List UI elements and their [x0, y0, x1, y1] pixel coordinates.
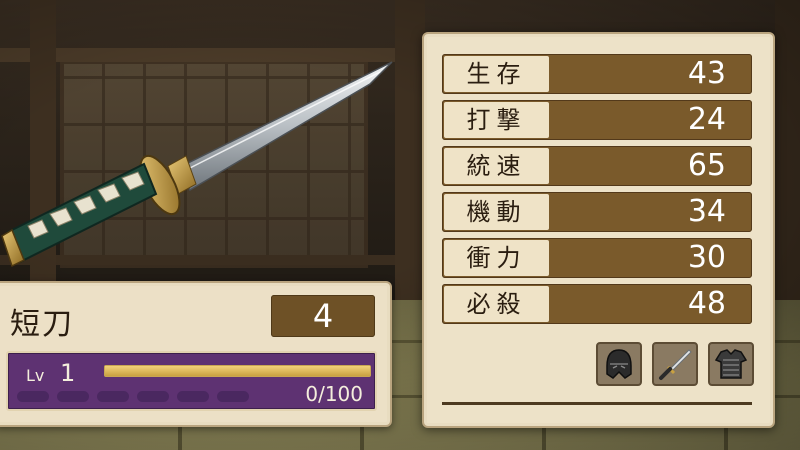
tanto-weapon-art — [1, 61, 393, 268]
stat-value: 24 — [687, 102, 726, 137]
helmet-icon — [606, 349, 632, 379]
equip-slot-helmet[interactable] — [596, 342, 642, 386]
equip-slot-armor[interactable] — [708, 342, 754, 386]
pip — [57, 391, 89, 402]
stat-value: 34 — [687, 194, 726, 229]
weapon-name: 短刀 — [10, 307, 74, 342]
pip — [177, 391, 209, 402]
level-box: Lv 1 0/100 — [6, 351, 377, 411]
stat-row-mobility: 機動 34 — [442, 192, 752, 232]
xp-progress-fill — [105, 366, 370, 376]
pip — [17, 391, 49, 402]
stat-value: 65 — [687, 148, 726, 183]
armor-icon — [714, 349, 748, 379]
stat-label: 機動 — [444, 194, 549, 230]
stat-row-critical: 必殺 48 — [442, 284, 752, 324]
xp-pips — [17, 391, 249, 402]
dagger-icon — [659, 349, 692, 380]
equip-slot-weapon[interactable] — [652, 342, 698, 386]
pip — [217, 391, 249, 402]
xp-progress-bar — [104, 365, 371, 377]
pip — [137, 391, 169, 402]
stat-value: 43 — [687, 56, 726, 91]
level-value: 1 — [60, 359, 76, 387]
xp-text: 0/100 — [305, 382, 363, 406]
stat-label: 打撃 — [444, 102, 549, 138]
weapon-count-badge: 4 — [271, 295, 375, 337]
stat-row-command: 統速 65 — [442, 146, 752, 186]
pip — [97, 391, 129, 402]
stat-value: 30 — [687, 240, 726, 275]
stat-row-strike: 打撃 24 — [442, 100, 752, 140]
panel-divider — [442, 402, 752, 405]
stat-label: 統速 — [444, 148, 549, 184]
stat-label: 衝力 — [444, 240, 549, 276]
stat-row-impact: 衝力 30 — [442, 238, 752, 278]
stat-label: 必殺 — [444, 286, 549, 322]
weapon-info-panel: 短刀 4 Lv 1 0/100 — [0, 281, 392, 427]
stat-label: 生存 — [444, 56, 549, 92]
stats-panel: 生存 43 打撃 24 統速 65 機動 34 衝力 30 必殺 48 — [422, 32, 775, 428]
stat-row-survival: 生存 43 — [442, 54, 752, 94]
level-label: Lv — [26, 366, 45, 385]
stat-value: 48 — [687, 286, 726, 321]
